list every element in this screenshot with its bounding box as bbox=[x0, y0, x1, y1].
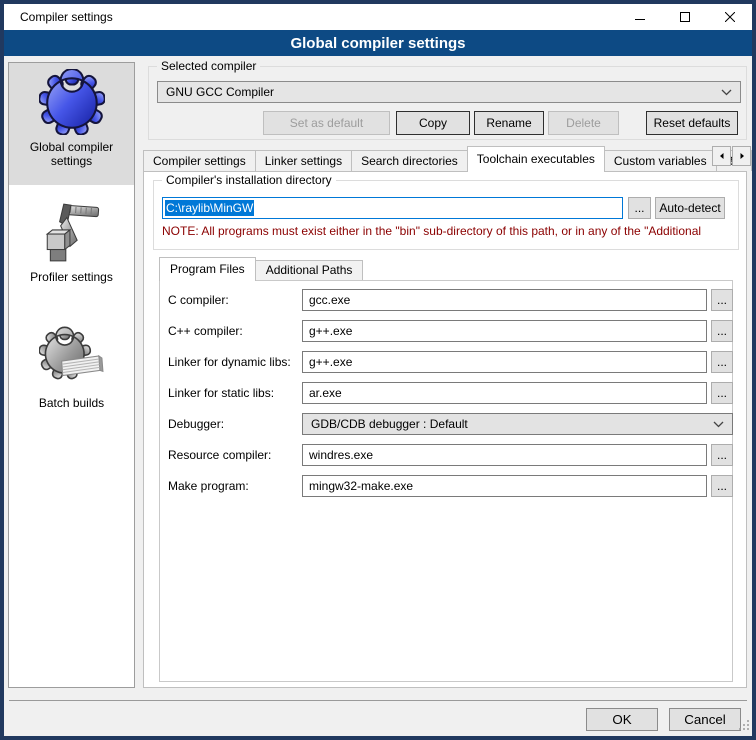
minimize-button[interactable] bbox=[617, 4, 662, 30]
tab-custom-variables[interactable]: Custom variables bbox=[604, 150, 717, 171]
copy-button[interactable]: Copy bbox=[396, 111, 470, 135]
sidebar-item-label: Global compiler settings bbox=[9, 138, 134, 176]
resource-compiler-label: Resource compiler: bbox=[168, 444, 300, 466]
debugger-label: Debugger: bbox=[168, 413, 300, 435]
installation-directory-group-label: Compiler's installation directory bbox=[162, 173, 336, 187]
selected-compiler-dropdown[interactable]: GNU GCC Compiler bbox=[157, 81, 741, 103]
cpp-compiler-label: C++ compiler: bbox=[168, 320, 300, 342]
reset-defaults-button[interactable]: Reset defaults bbox=[646, 111, 738, 135]
install-dir-note: NOTE: All programs must exist either in … bbox=[162, 224, 737, 238]
close-button[interactable] bbox=[707, 4, 752, 30]
tab-scroll-buttons bbox=[711, 146, 751, 166]
dialog-header-title: Global compiler settings bbox=[290, 35, 465, 52]
tab-scroll-right-icon bbox=[738, 149, 746, 163]
installation-directory-group: Compiler's installation directory C:\ray… bbox=[153, 180, 739, 250]
footer-divider bbox=[9, 700, 747, 701]
rename-button[interactable]: Rename bbox=[474, 111, 544, 135]
tab-scroll-left-button[interactable] bbox=[712, 146, 731, 166]
cpp-compiler-input[interactable] bbox=[302, 320, 707, 342]
c-compiler-browse-button[interactable]: ... bbox=[711, 289, 733, 311]
window-controls bbox=[617, 4, 752, 30]
field-row-cpp-compiler: C++ compiler: ... bbox=[160, 320, 732, 342]
ok-button[interactable]: OK bbox=[586, 708, 658, 731]
make-program-browse-button[interactable]: ... bbox=[711, 475, 733, 497]
field-row-linker-dynamic: Linker for dynamic libs: ... bbox=[160, 351, 732, 373]
c-compiler-label: C compiler: bbox=[168, 289, 300, 311]
sidebar-item-label: Batch builds bbox=[33, 394, 110, 418]
maximize-icon bbox=[680, 12, 690, 22]
gray-gear-stack-icon bbox=[39, 325, 105, 394]
make-program-input[interactable] bbox=[302, 475, 707, 497]
set-as-default-button: Set as default bbox=[263, 111, 390, 135]
sidebar-item-label: Profiler settings bbox=[24, 268, 119, 292]
tab-linker-settings[interactable]: Linker settings bbox=[255, 150, 352, 171]
cancel-button[interactable]: Cancel bbox=[669, 708, 741, 731]
linker-static-label: Linker for static libs: bbox=[168, 382, 300, 404]
tab-scroll-right-button[interactable] bbox=[732, 146, 751, 166]
sidebar-item-profiler-settings[interactable]: Profiler settings bbox=[9, 185, 134, 311]
debugger-value: GDB/CDB debugger : Default bbox=[311, 417, 468, 431]
subtab-program-files[interactable]: Program Files bbox=[159, 257, 256, 281]
make-program-label: Make program: bbox=[168, 475, 300, 497]
toolchain-executables-panel: Compiler's installation directory C:\ray… bbox=[143, 171, 747, 688]
program-files-page: C compiler: ... C++ compiler: ... Linker… bbox=[159, 280, 733, 682]
sidebar-item-batch-builds[interactable]: Batch builds bbox=[9, 311, 134, 427]
resize-grip[interactable] bbox=[737, 718, 751, 735]
linker-static-browse-button[interactable]: ... bbox=[711, 382, 733, 404]
field-row-c-compiler: C compiler: ... bbox=[160, 289, 732, 311]
install-dir-browse-button[interactable]: ... bbox=[628, 197, 651, 219]
linker-static-input[interactable] bbox=[302, 382, 707, 404]
install-dir-selected-text: C:\raylib\MinGW bbox=[165, 200, 254, 216]
chevron-down-icon bbox=[713, 417, 724, 431]
titlebar: Compiler settings bbox=[4, 4, 752, 30]
linker-dynamic-label: Linker for dynamic libs: bbox=[168, 351, 300, 373]
field-row-debugger: Debugger: GDB/CDB debugger : Default bbox=[160, 413, 732, 435]
c-compiler-input[interactable] bbox=[302, 289, 707, 311]
sidebar: Global compiler settings bbox=[8, 62, 135, 688]
linker-dynamic-browse-button[interactable]: ... bbox=[711, 351, 733, 373]
tab-toolchain-executables[interactable]: Toolchain executables bbox=[467, 146, 605, 172]
debugger-dropdown[interactable]: GDB/CDB debugger : Default bbox=[302, 413, 733, 435]
auto-detect-button[interactable]: Auto-detect bbox=[655, 197, 725, 219]
sub-tabbar: Program Files Additional Paths bbox=[159, 256, 362, 280]
dialog-header: Global compiler settings bbox=[4, 30, 752, 56]
field-row-resource-compiler: Resource compiler: ... bbox=[160, 444, 732, 466]
subtab-additional-paths[interactable]: Additional Paths bbox=[255, 260, 364, 280]
main-tabbar: Compiler settings Linker settings Search… bbox=[143, 145, 751, 171]
cpp-compiler-browse-button[interactable]: ... bbox=[711, 320, 733, 342]
field-row-make-program: Make program: ... bbox=[160, 475, 732, 497]
minimize-icon bbox=[635, 12, 645, 22]
linker-dynamic-input[interactable] bbox=[302, 351, 707, 373]
selected-compiler-value: GNU GCC Compiler bbox=[166, 85, 274, 99]
blue-gear-icon bbox=[39, 69, 105, 138]
chevron-down-icon bbox=[721, 85, 732, 99]
caliper-icon bbox=[39, 199, 105, 268]
tab-search-directories[interactable]: Search directories bbox=[351, 150, 468, 171]
install-dir-input[interactable]: C:\raylib\MinGW bbox=[162, 197, 623, 219]
resource-compiler-input[interactable] bbox=[302, 444, 707, 466]
tab-compiler-settings[interactable]: Compiler settings bbox=[143, 150, 256, 171]
resource-compiler-browse-button[interactable]: ... bbox=[711, 444, 733, 466]
tab-scroll-left-icon bbox=[718, 149, 726, 163]
field-row-linker-static: Linker for static libs: ... bbox=[160, 382, 732, 404]
dialog-body: Global compiler settings bbox=[4, 56, 752, 736]
selected-compiler-group-label: Selected compiler bbox=[157, 59, 260, 73]
window-title: Compiler settings bbox=[4, 10, 113, 24]
close-icon bbox=[725, 12, 735, 22]
selected-compiler-group: Selected compiler GNU GCC Compiler Set a… bbox=[148, 66, 747, 140]
compiler-settings-dialog: Compiler settings Global compiler settin… bbox=[0, 0, 756, 740]
sidebar-item-global-compiler-settings[interactable]: Global compiler settings bbox=[9, 63, 134, 185]
delete-button: Delete bbox=[548, 111, 619, 135]
maximize-button[interactable] bbox=[662, 4, 707, 30]
